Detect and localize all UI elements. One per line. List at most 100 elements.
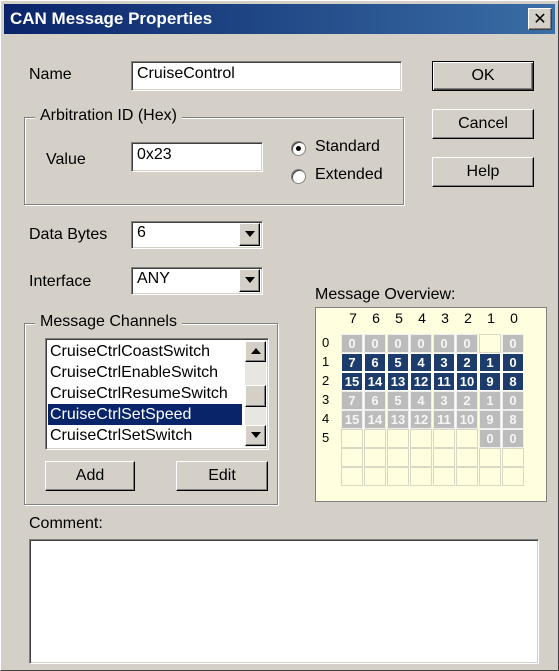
standard-radio[interactable] <box>291 141 306 156</box>
name-label: Name <box>29 66 72 83</box>
overview-bit-cell: 9 <box>479 372 501 391</box>
window-title: CAN Message Properties <box>10 9 213 28</box>
overview-bit-cell: 7 <box>341 391 363 410</box>
overview-bit-cell: 10 <box>456 372 478 391</box>
overview-column-header: 2 <box>464 310 472 326</box>
overview-bit-cell: 15 <box>341 372 363 391</box>
overview-empty-cell <box>456 429 478 448</box>
interface-dropdown-button[interactable] <box>239 269 260 292</box>
overview-empty-cell <box>456 467 478 486</box>
overview-bit-cell: 0 <box>456 334 478 353</box>
overview-bit-cell: 0 <box>479 429 501 448</box>
overview-bit-cell: 1 <box>479 353 501 372</box>
overview-bit-cell: 0 <box>364 334 386 353</box>
cancel-button[interactable]: Cancel <box>432 109 534 139</box>
overview-empty-cell <box>479 448 501 467</box>
overview-bit-cell: 13 <box>387 372 409 391</box>
overview-empty-cell <box>433 429 455 448</box>
arbitration-value-label: Value <box>46 151 86 168</box>
add-button[interactable]: Add <box>45 461 135 491</box>
scroll-up-button[interactable] <box>245 341 266 362</box>
overview-bit-cell: 1 <box>479 391 501 410</box>
interface-label: Interface <box>29 273 92 290</box>
overview-bit-cell: 12 <box>410 372 432 391</box>
standard-radio-label[interactable]: Standard <box>315 138 380 156</box>
overview-empty-cell <box>433 448 455 467</box>
channels-listbox[interactable]: CruiseCtrlCoastSwitch CruiseCtrlEnableSw… <box>45 338 269 450</box>
overview-empty-cell <box>341 467 363 486</box>
overview-bit-cell: 7 <box>341 353 363 372</box>
overview-bit-cell: 9 <box>479 410 501 429</box>
close-icon: ✕ <box>533 9 547 28</box>
arbitration-value-input[interactable]: 0x23 <box>131 142 263 172</box>
overview-column-header: 6 <box>372 310 380 326</box>
overview-bit-cell: 11 <box>433 410 455 429</box>
overview-column-header: 1 <box>487 310 495 326</box>
overview-empty-cell <box>341 429 363 448</box>
scroll-thumb[interactable] <box>245 385 266 407</box>
overview-bit-cell: 0 <box>502 334 524 353</box>
overview-empty-cell <box>433 467 455 486</box>
overview-bit-cell: 0 <box>341 334 363 353</box>
comment-textarea[interactable] <box>29 539 539 664</box>
message-overview-grid: 7 6 5 4 3 2 1 0 0 0 0 0 0 0 0 0 1 7 6 5 4 3 2 1 0 2 15 14 13 12 11 10 9 8… <box>315 307 547 502</box>
list-item[interactable]: CruiseCtrlResumeSwitch <box>48 383 228 404</box>
name-input[interactable]: CruiseControl <box>131 61 402 91</box>
ok-button[interactable]: OK <box>432 61 534 91</box>
chevron-down-icon <box>245 277 255 283</box>
overview-bit-cell: 12 <box>410 410 432 429</box>
overview-empty-cell <box>364 467 386 486</box>
overview-empty-cell <box>410 429 432 448</box>
scroll-down-button[interactable] <box>245 425 266 446</box>
data-bytes-select[interactable]: 6 <box>131 221 263 249</box>
overview-bit-cell: 8 <box>502 372 524 391</box>
overview-row-label: 2 <box>322 373 330 388</box>
overview-column-header: 7 <box>349 310 357 326</box>
overview-empty-cell <box>410 448 432 467</box>
help-button[interactable]: Help <box>432 157 534 187</box>
overview-bit-cell: 0 <box>433 334 455 353</box>
overview-empty-cell <box>387 448 409 467</box>
overview-bit-cell: 6 <box>364 391 386 410</box>
overview-bit-cell: 5 <box>387 391 409 410</box>
title-bar[interactable]: CAN Message Properties ✕ <box>4 4 555 34</box>
edit-button[interactable]: Edit <box>176 461 268 491</box>
message-overview-label: Message Overview: <box>315 286 456 303</box>
message-channels-group-title: Message Channels <box>35 313 182 331</box>
overview-column-header: 3 <box>441 310 449 326</box>
overview-empty-cell <box>502 467 524 486</box>
interface-value: ANY <box>137 270 170 287</box>
overview-bit-cell: 14 <box>364 372 386 391</box>
overview-row-label: 1 <box>322 354 330 369</box>
extended-radio-label[interactable]: Extended <box>315 166 383 184</box>
overview-empty-cell <box>479 334 501 353</box>
overview-bit-cell: 2 <box>456 391 478 410</box>
list-item-selected[interactable]: CruiseCtrlSetSpeed <box>48 404 242 425</box>
list-item[interactable]: CruiseCtrlSetSwitch <box>48 425 192 446</box>
overview-bit-cell: 4 <box>410 391 432 410</box>
arbitration-group-title: Arbitration ID (Hex) <box>35 107 182 125</box>
overview-bit-cell: 13 <box>387 410 409 429</box>
arrow-up-icon <box>251 348 261 354</box>
overview-row-label: 3 <box>322 392 330 407</box>
overview-row-label: 5 <box>322 430 330 445</box>
chevron-down-icon <box>245 231 255 237</box>
overview-empty-cell <box>364 429 386 448</box>
extended-radio[interactable] <box>291 169 306 184</box>
overview-bit-cell: 0 <box>502 353 524 372</box>
overview-bit-cell: 11 <box>433 372 455 391</box>
name-input-value: CruiseControl <box>137 65 235 82</box>
overview-bit-cell: 3 <box>433 391 455 410</box>
data-bytes-value: 6 <box>137 224 146 241</box>
overview-row-label: 4 <box>322 411 330 426</box>
data-bytes-dropdown-button[interactable] <box>239 223 260 246</box>
overview-bit-cell: 2 <box>456 353 478 372</box>
overview-bit-cell: 0 <box>502 391 524 410</box>
close-button[interactable]: ✕ <box>528 8 552 30</box>
overview-empty-cell <box>341 448 363 467</box>
interface-select[interactable]: ANY <box>131 267 263 295</box>
overview-bit-cell: 5 <box>387 353 409 372</box>
list-item[interactable]: CruiseCtrlEnableSwitch <box>48 362 218 383</box>
overview-bit-cell: 6 <box>364 353 386 372</box>
list-item[interactable]: CruiseCtrlCoastSwitch <box>48 341 210 362</box>
